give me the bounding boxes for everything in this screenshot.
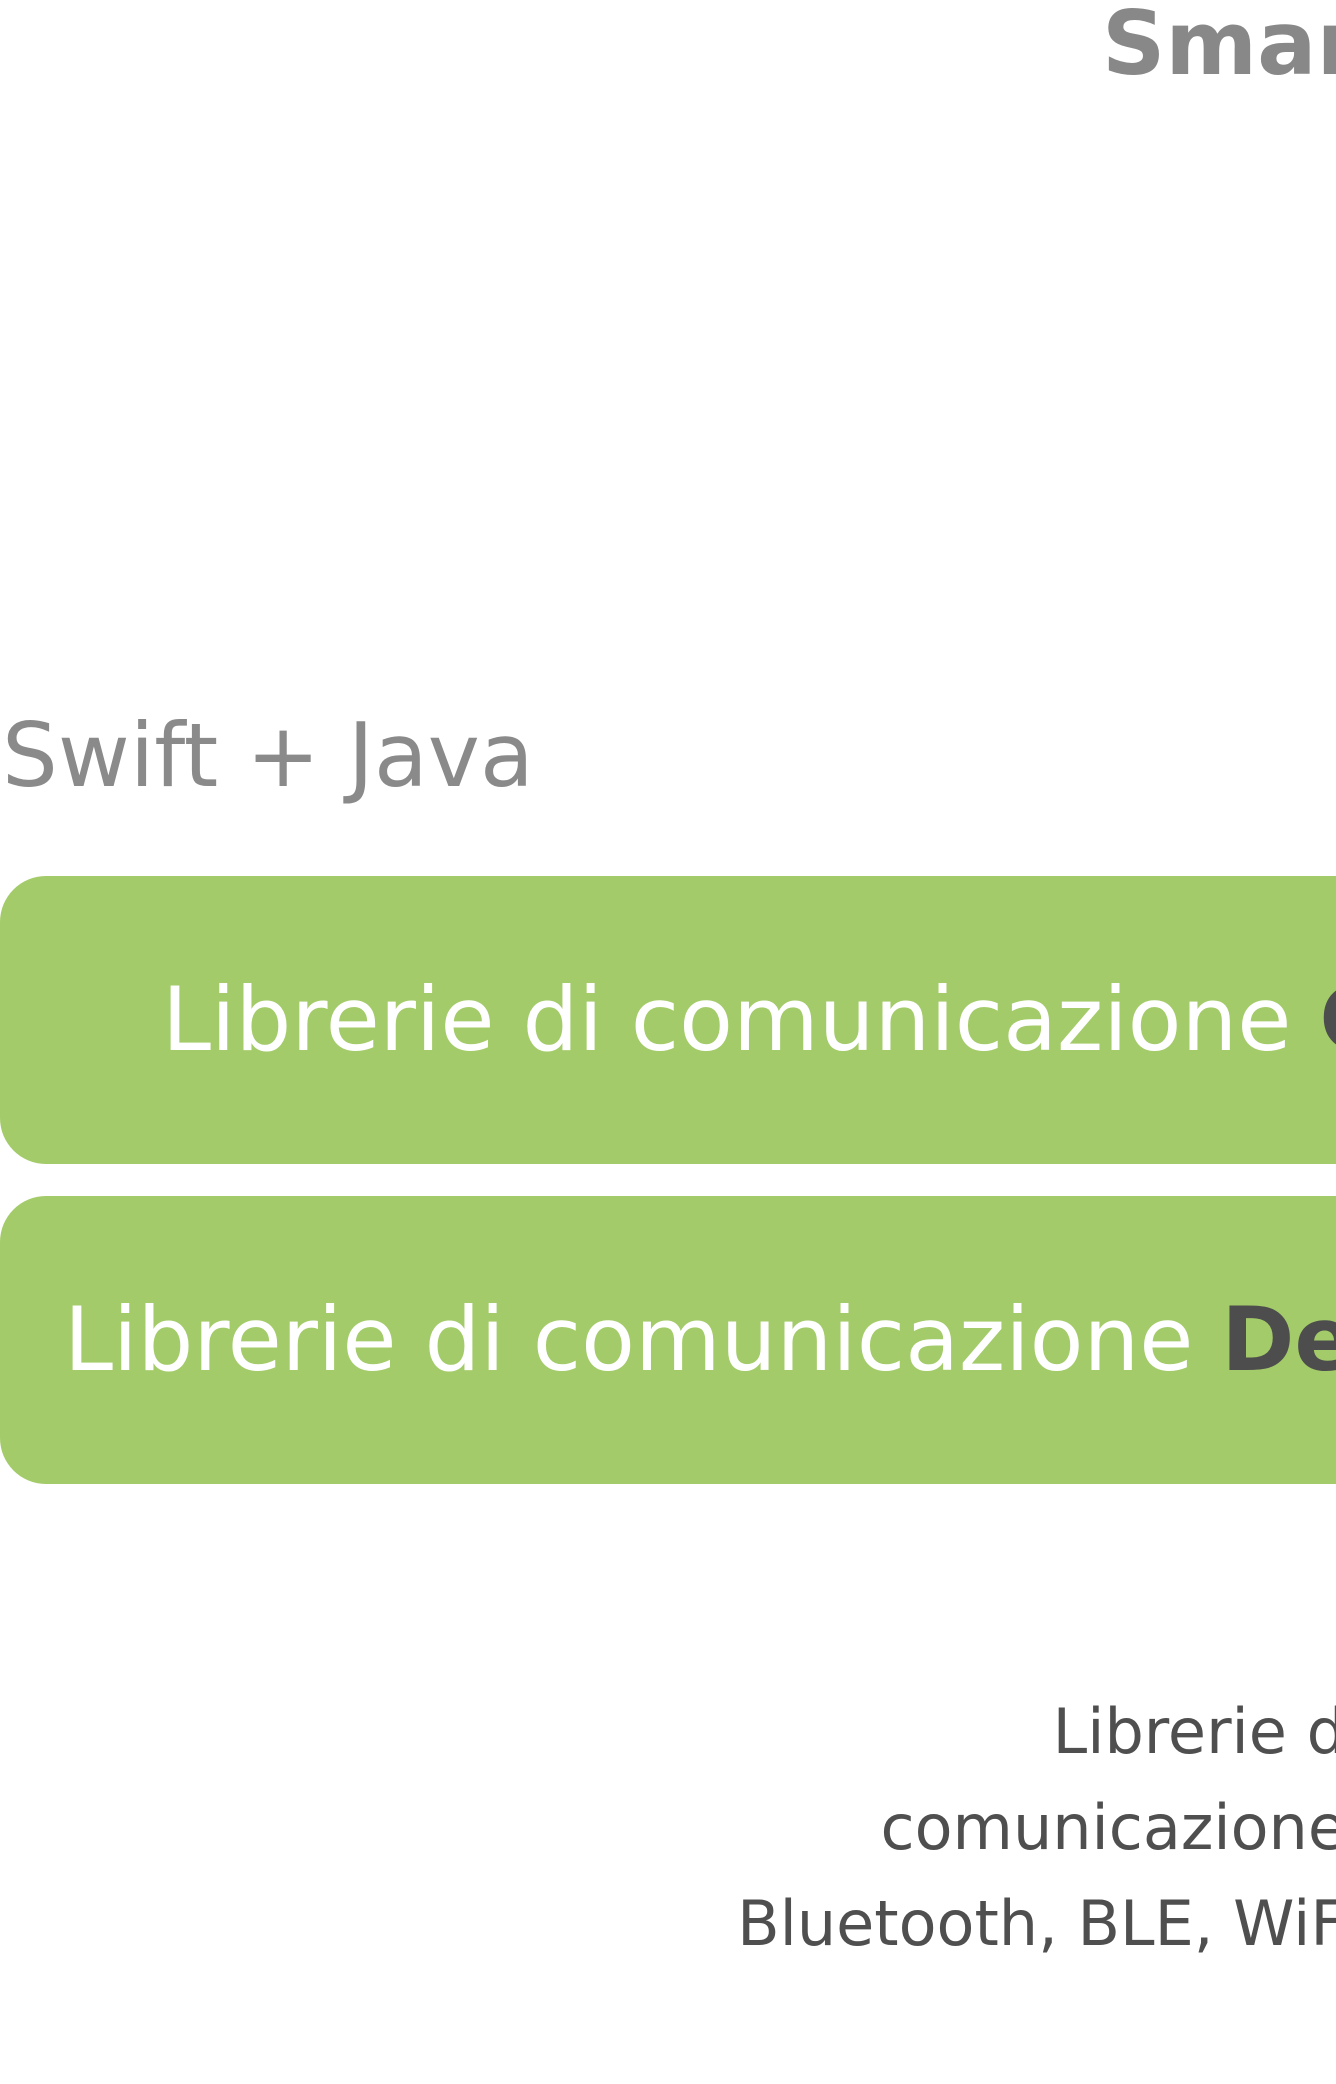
device-library-keyword: Devi — [1221, 1288, 1336, 1391]
note-line-1: Librerie d — [1052, 1695, 1336, 1768]
device-library-lead: Librerie di comunicazione — [64, 1288, 1222, 1391]
note-line-3: Bluetooth, BLE, WiF — [737, 1887, 1336, 1960]
connectivity-note: Librerie d comunicazione Bluetooth, BLE,… — [646, 1684, 1336, 1972]
cloud-library-bar: Librerie di comunicazione Cl — [0, 876, 1336, 1164]
cloud-library-label: Librerie di comunicazione Cl — [162, 976, 1336, 1064]
diagram-heading: Smar — [1102, 0, 1336, 95]
cloud-library-lead: Librerie di comunicazione — [162, 968, 1320, 1071]
cloud-library-keyword: Cl — [1319, 968, 1336, 1071]
device-library-bar: Librerie di comunicazione Devi — [0, 1196, 1336, 1484]
diagram-canvas: Smar Swift + Java Librerie di comunicazi… — [0, 0, 1336, 2084]
device-library-label: Librerie di comunicazione Devi — [64, 1296, 1336, 1384]
note-line-2: comunicazione — [880, 1791, 1336, 1864]
language-label: Swift + Java — [2, 704, 534, 807]
